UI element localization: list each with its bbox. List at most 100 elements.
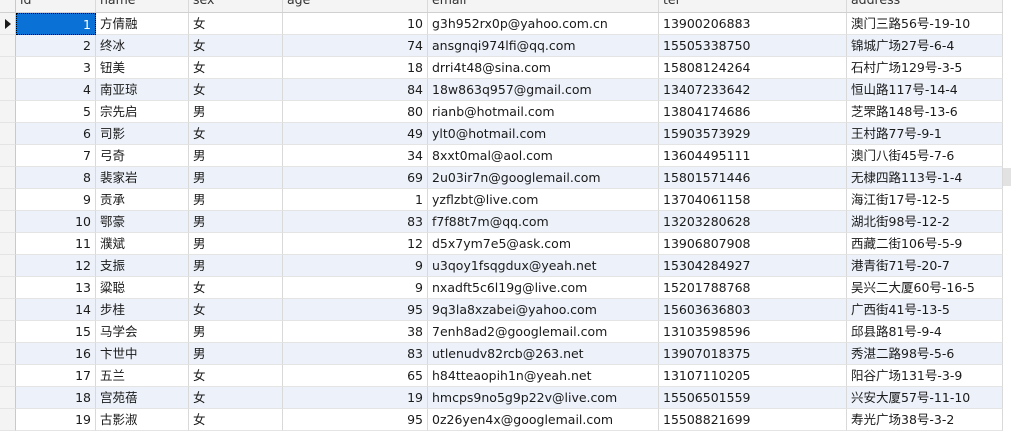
- table-row[interactable]: 3 钮美女 18 drri4t48@sina.com 15808124264 石村广场12…: [0, 57, 1003, 79]
- cell-sex[interactable]: 女: [189, 79, 283, 101]
- row-indicator-cell[interactable]: [0, 101, 16, 123]
- cell-address[interactable]: 锦城广场27号-6-4: [847, 35, 1003, 57]
- row-indicator-cell[interactable]: [0, 79, 16, 101]
- column-header-email[interactable]: email: [428, 0, 659, 12]
- cell-age[interactable]: 10: [283, 13, 428, 35]
- cell-tel[interactable]: 15801571446: [659, 167, 847, 189]
- cell-address[interactable]: 邱县路81号-9-4: [847, 321, 1003, 343]
- table-row[interactable]: 17 五兰女 65 h84tteaopih1n@yeah.net 13107110205…: [0, 365, 1003, 387]
- table-row[interactable]: 6 司影女 49 ylt0@hotmail.com 15903573929 王村路77号-…: [0, 123, 1003, 145]
- cell-tel[interactable]: 13907018375: [659, 343, 847, 365]
- row-indicator-cell[interactable]: [0, 13, 16, 35]
- cell-email[interactable]: 7enh8ad2@googlemail.com: [428, 321, 659, 343]
- cell-email[interactable]: utlenudv82rcb@263.net: [428, 343, 659, 365]
- cell-name[interactable]: 古影淑: [96, 409, 189, 431]
- cell-age[interactable]: 34: [283, 145, 428, 167]
- table-row[interactable]: 12 支振男 9 u3qoy1fsqgdux@yeah.net 15304284927 港…: [0, 255, 1003, 277]
- cell-address[interactable]: 海江街17号-12-5: [847, 189, 1003, 211]
- table-row[interactable]: 9 贡承男 1 yzflzbt@live.com 13704061158 海江街17号-1…: [0, 189, 1003, 211]
- cell-sex[interactable]: 男: [189, 211, 283, 233]
- cell-tel[interactable]: 13407233642: [659, 79, 847, 101]
- cell-id[interactable]: 15: [16, 321, 96, 343]
- table-row[interactable]: 13 粱聪女 9 nxadft5c6l19g@live.com 15201788768 吴…: [0, 277, 1003, 299]
- table-row[interactable]: 8 裴家岩男 69 2u03ir7n@googlemail.com 1580157144…: [0, 167, 1003, 189]
- cell-age[interactable]: 19: [283, 387, 428, 409]
- cell-sex[interactable]: 男: [189, 101, 283, 123]
- row-indicator-cell[interactable]: [0, 233, 16, 255]
- cell-address[interactable]: 兴安大厦57号-11-10: [847, 387, 1003, 409]
- table-row[interactable]: 4 南亚琼女 84 18w863q957@gmail.com 13407233642 恒山…: [0, 79, 1003, 101]
- cell-id[interactable]: 5: [16, 101, 96, 123]
- cell-tel[interactable]: 15508821699: [659, 409, 847, 431]
- results-grid[interactable]: id name sex age email tel address 1方倩融女1…: [0, 0, 1003, 431]
- cell-email[interactable]: drri4t48@sina.com: [428, 57, 659, 79]
- cell-address[interactable]: 湖北街98号-12-2: [847, 211, 1003, 233]
- cell-email[interactable]: u3qoy1fsqgdux@yeah.net: [428, 255, 659, 277]
- cell-age[interactable]: 84: [283, 79, 428, 101]
- cell-sex[interactable]: 女: [189, 277, 283, 299]
- cell-sex[interactable]: 女: [189, 123, 283, 145]
- row-indicator-cell[interactable]: [0, 321, 16, 343]
- scrollbar-thumb[interactable]: [1003, 168, 1011, 186]
- cell-name[interactable]: 钮美: [96, 57, 189, 79]
- cell-name[interactable]: 濮斌: [96, 233, 189, 255]
- table-row[interactable]: 11 濮斌男 12 d5x7ym7e5@ask.com 13906807908 西藏二街1…: [0, 233, 1003, 255]
- cell-name[interactable]: 卞世中: [96, 343, 189, 365]
- column-header-tel[interactable]: tel: [659, 0, 847, 12]
- cell-tel[interactable]: 15201788768: [659, 277, 847, 299]
- row-indicator-cell[interactable]: [0, 35, 16, 57]
- cell-name[interactable]: 粱聪: [96, 277, 189, 299]
- cell-address[interactable]: 秀湛二路98号-5-6: [847, 343, 1003, 365]
- cell-age[interactable]: 83: [283, 343, 428, 365]
- cell-name[interactable]: 裴家岩: [96, 167, 189, 189]
- cell-sex[interactable]: 女: [189, 13, 283, 35]
- cell-tel[interactable]: 13906807908: [659, 233, 847, 255]
- cell-sex[interactable]: 女: [189, 365, 283, 387]
- column-header-name[interactable]: name: [96, 0, 189, 12]
- cell-address[interactable]: 王村路77号-9-1: [847, 123, 1003, 145]
- cell-sex[interactable]: 女: [189, 387, 283, 409]
- cell-email[interactable]: ylt0@hotmail.com: [428, 123, 659, 145]
- cell-age[interactable]: 12: [283, 233, 428, 255]
- cell-name[interactable]: 贡承: [96, 189, 189, 211]
- cell-tel[interactable]: 15903573929: [659, 123, 847, 145]
- cell-name[interactable]: 宗先启: [96, 101, 189, 123]
- cell-id[interactable]: 6: [16, 123, 96, 145]
- row-indicator-cell[interactable]: [0, 189, 16, 211]
- cell-name[interactable]: 马学会: [96, 321, 189, 343]
- cell-email[interactable]: d5x7ym7e5@ask.com: [428, 233, 659, 255]
- row-indicator-cell[interactable]: [0, 299, 16, 321]
- table-row[interactable]: 19 古影淑女 95 0z26yen4x@googlemail.com 15508821…: [0, 409, 1003, 431]
- cell-tel[interactable]: 15506501559: [659, 387, 847, 409]
- cell-address[interactable]: 澳门八街45号-7-6: [847, 145, 1003, 167]
- cell-sex[interactable]: 男: [189, 145, 283, 167]
- cell-id[interactable]: 10: [16, 211, 96, 233]
- cell-id[interactable]: 9: [16, 189, 96, 211]
- cell-address[interactable]: 西藏二街106号-5-9: [847, 233, 1003, 255]
- cell-tel[interactable]: 13103598596: [659, 321, 847, 343]
- cell-id[interactable]: 1: [16, 13, 96, 35]
- cell-tel[interactable]: 13804174686: [659, 101, 847, 123]
- row-indicator-cell[interactable]: [0, 145, 16, 167]
- table-row[interactable]: 18 宫苑蓓女 19 hmcps9no5g9p22v@live.com 15506501…: [0, 387, 1003, 409]
- cell-tel[interactable]: 15603636803: [659, 299, 847, 321]
- cell-sex[interactable]: 女: [189, 299, 283, 321]
- cell-address[interactable]: 澳门三路56号-19-10: [847, 13, 1003, 35]
- cell-name[interactable]: 五兰: [96, 365, 189, 387]
- table-row[interactable]: 10 鄂豪男 83 f7f88t7m@qq.com 13203280628 湖北街98号-…: [0, 211, 1003, 233]
- cell-id[interactable]: 19: [16, 409, 96, 431]
- cell-age[interactable]: 9: [283, 255, 428, 277]
- cell-address[interactable]: 吴兴二大厦60号-16-5: [847, 277, 1003, 299]
- cell-id[interactable]: 13: [16, 277, 96, 299]
- cell-email[interactable]: ansgnqi974lfi@qq.com: [428, 35, 659, 57]
- cell-name[interactable]: 终冰: [96, 35, 189, 57]
- row-indicator-cell[interactable]: [0, 255, 16, 277]
- cell-id[interactable]: 17: [16, 365, 96, 387]
- row-indicator-cell[interactable]: [0, 387, 16, 409]
- cell-email[interactable]: g3h952rx0p@yahoo.com.cn: [428, 13, 659, 35]
- cell-age[interactable]: 18: [283, 57, 428, 79]
- cell-sex[interactable]: 男: [189, 343, 283, 365]
- row-indicator-cell[interactable]: [0, 211, 16, 233]
- cell-id[interactable]: 3: [16, 57, 96, 79]
- row-indicator-cell[interactable]: [0, 343, 16, 365]
